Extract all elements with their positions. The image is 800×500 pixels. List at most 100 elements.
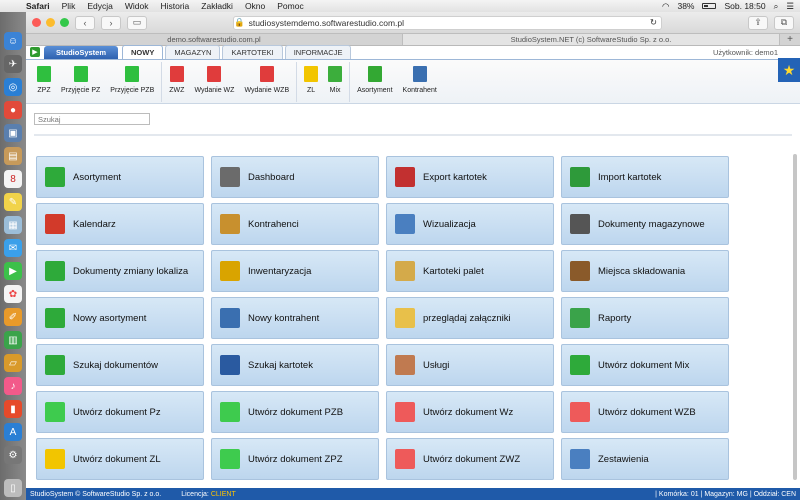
app-store-icon[interactable]: A	[4, 423, 22, 441]
notes-icon[interactable]: ✎	[4, 193, 22, 211]
tile-wizualizacja[interactable]: Wizualizacja	[386, 203, 554, 245]
ribbon-button-przyj-cie-pzb[interactable]: Przyjęcie PZB	[105, 62, 159, 102]
calendar-app-icon[interactable]: 8	[4, 170, 22, 188]
reload-icon[interactable]: ↻	[650, 17, 657, 28]
scrollbar[interactable]	[792, 154, 798, 484]
tile-dokumenty-magazynowe[interactable]: Dokumenty magazynowe	[561, 203, 729, 245]
launchpad-icon[interactable]: ✈	[4, 55, 22, 73]
ribbon-button-zl[interactable]: ZL	[299, 62, 323, 102]
minimize-icon[interactable]	[46, 18, 55, 27]
favorites-star-icon[interactable]: ★	[778, 58, 800, 82]
search-input[interactable]	[34, 113, 150, 125]
tile-szukaj-kartotek[interactable]: Szukaj kartotek	[211, 344, 379, 386]
battery-icon[interactable]	[702, 3, 717, 9]
address-bar[interactable]: 🔒 studiosystemdemo.softwarestudio.com.pl…	[233, 15, 662, 30]
clock[interactable]: Sob. 18:50	[724, 1, 765, 11]
finder-icon[interactable]: ☺	[4, 32, 22, 50]
music-icon[interactable]: ♪	[4, 377, 22, 395]
menu-app-safari[interactable]: Safari	[26, 1, 50, 11]
ribbon-button-przyj-cie-pz[interactable]: Przyjęcie PZ	[56, 62, 105, 102]
menu-zakladki[interactable]: Zakładki	[201, 1, 233, 11]
tile-label: Usługi	[423, 359, 450, 371]
menu-plik[interactable]: Plik	[62, 1, 76, 11]
menu-pomoc[interactable]: Pomoc	[277, 1, 303, 11]
new-tab-icon[interactable]: +	[780, 34, 800, 45]
photos-icon[interactable]: ✿	[4, 285, 22, 303]
os-menubar: Safari Plik Edycja Widok Historia Zakład…	[0, 0, 800, 12]
menu-okno[interactable]: Okno	[245, 1, 265, 11]
tile-utworz-dokument-zwz[interactable]: Utwórz dokument ZWZ	[386, 438, 554, 480]
messages-icon[interactable]: ✉	[4, 239, 22, 257]
brand-tab[interactable]: StudioSystem	[44, 46, 119, 59]
tile-label: Asortyment	[73, 171, 122, 183]
menu-historia[interactable]: Historia	[160, 1, 189, 11]
tab-informacje[interactable]: INFORMACJE	[284, 45, 352, 59]
books-icon[interactable]: ▮	[4, 400, 22, 418]
facetime-icon[interactable]: ▶	[4, 262, 22, 280]
tile-utworz-dokument-mix[interactable]: Utwórz dokument Mix	[561, 344, 729, 386]
tile-utworz-dokument-zl[interactable]: Utwórz dokument ZL	[36, 438, 204, 480]
menu-edycja[interactable]: Edycja	[87, 1, 113, 11]
preview-icon[interactable]: ▣	[4, 124, 22, 142]
tile-utworz-dokument-zpz[interactable]: Utwórz dokument ZPZ	[211, 438, 379, 480]
menu-widok[interactable]: Widok	[125, 1, 149, 11]
ribbon-group-issue: ZWZ Wydanie WZ Wydanie WZB	[162, 61, 298, 102]
tile-dashboard[interactable]: Dashboard	[211, 156, 379, 198]
tab-magazyn[interactable]: MAGAZYN	[165, 45, 221, 59]
list-icon[interactable]: ☰	[786, 1, 794, 12]
ribbon-button-zpz[interactable]: ZPZ	[32, 62, 56, 102]
tile-asortyment[interactable]: Asortyment	[36, 156, 204, 198]
search-icon[interactable]: ⌕	[774, 1, 779, 12]
wifi-icon[interactable]: ◠	[662, 1, 669, 12]
numbers-icon[interactable]: ▥	[4, 331, 22, 349]
trash-icon[interactable]: ▯	[4, 479, 22, 497]
tile-przegladaj-za-aczniki[interactable]: przeglądaj załączniki	[386, 297, 554, 339]
share-icon[interactable]: ⇪	[748, 15, 768, 30]
tile-us-ugi[interactable]: Usługi	[386, 344, 554, 386]
tab-kartoteki[interactable]: KARTOTEKI	[222, 45, 283, 59]
tile-zestawienia[interactable]: Zestawienia	[561, 438, 729, 480]
settings-icon[interactable]: ⚙	[4, 446, 22, 464]
tile-miejsca-sk-adowania[interactable]: Miejsca składowania	[561, 250, 729, 292]
ribbon-button-wydanie-wzb[interactable]: Wydanie WZB	[239, 62, 294, 102]
tile-kartoteki-palet[interactable]: Kartoteki palet	[386, 250, 554, 292]
tile-nowy-asortyment[interactable]: Nowy asortyment	[36, 297, 204, 339]
tile-szukaj-dokumentow[interactable]: Szukaj dokumentów	[36, 344, 204, 386]
tile-dokumenty-zmiany-lokaliza[interactable]: Dokumenty zmiany lokaliza	[36, 250, 204, 292]
back-button[interactable]: ‹	[75, 15, 95, 30]
tile-inwentaryzacja[interactable]: Inwentaryzacja	[211, 250, 379, 292]
tabs-icon[interactable]: ⧉	[774, 15, 794, 30]
pages-icon[interactable]: ✐	[4, 308, 22, 326]
tab-nowy[interactable]: NOWY	[122, 45, 164, 59]
tile-utworz-dokument-wz[interactable]: Utwórz dokument Wz	[386, 391, 554, 433]
close-icon[interactable]	[32, 18, 41, 27]
contacts-icon[interactable]: ▤	[4, 147, 22, 165]
scrollbar-thumb[interactable]	[793, 154, 797, 480]
tile-export-kartotek[interactable]: Export kartotek	[386, 156, 554, 198]
play-icon[interactable]: ▶	[30, 47, 40, 57]
browser-tab-demo[interactable]: demo.softwarestudio.com.pl	[26, 34, 403, 45]
tile-nowy-kontrahent[interactable]: Nowy kontrahent	[211, 297, 379, 339]
ribbon-button-zwz[interactable]: ZWZ	[164, 62, 189, 102]
ribbon-button-kontrahent[interactable]: Kontrahent	[398, 62, 442, 102]
tile-kalendarz[interactable]: Kalendarz	[36, 203, 204, 245]
tile-import-kartotek[interactable]: Import kartotek	[561, 156, 729, 198]
ribbon-mix-icon	[328, 65, 343, 82]
zoom-icon[interactable]	[60, 18, 69, 27]
tile-kontrahenci[interactable]: Kontrahenci	[211, 203, 379, 245]
tile-utworz-dokument-pzb[interactable]: Utwórz dokument PZB	[211, 391, 379, 433]
tile-label: Nowy kontrahent	[248, 312, 320, 324]
safari-icon[interactable]: ◎	[4, 78, 22, 96]
photos-booth-icon[interactable]: ▦	[4, 216, 22, 234]
forward-button[interactable]: ›	[101, 15, 121, 30]
keynote-icon[interactable]: ▱	[4, 354, 22, 372]
ribbon-button-mix[interactable]: Mix	[323, 62, 347, 102]
browser-tab-studiosystem[interactable]: StudioSystem.NET (c) SoftwareStudio Sp. …	[403, 34, 780, 45]
tile-utworz-dokument-wzb[interactable]: Utwórz dokument WZB	[561, 391, 729, 433]
tile-utworz-dokument-pz[interactable]: Utwórz dokument Pz	[36, 391, 204, 433]
tile-raporty[interactable]: Raporty	[561, 297, 729, 339]
ribbon-button-asortyment[interactable]: Asortyment	[352, 62, 397, 102]
chrome-icon[interactable]: ●	[4, 101, 22, 119]
sidebar-icon[interactable]: ▭	[127, 15, 147, 30]
ribbon-button-wydanie-wz[interactable]: Wydanie WZ	[189, 62, 239, 102]
